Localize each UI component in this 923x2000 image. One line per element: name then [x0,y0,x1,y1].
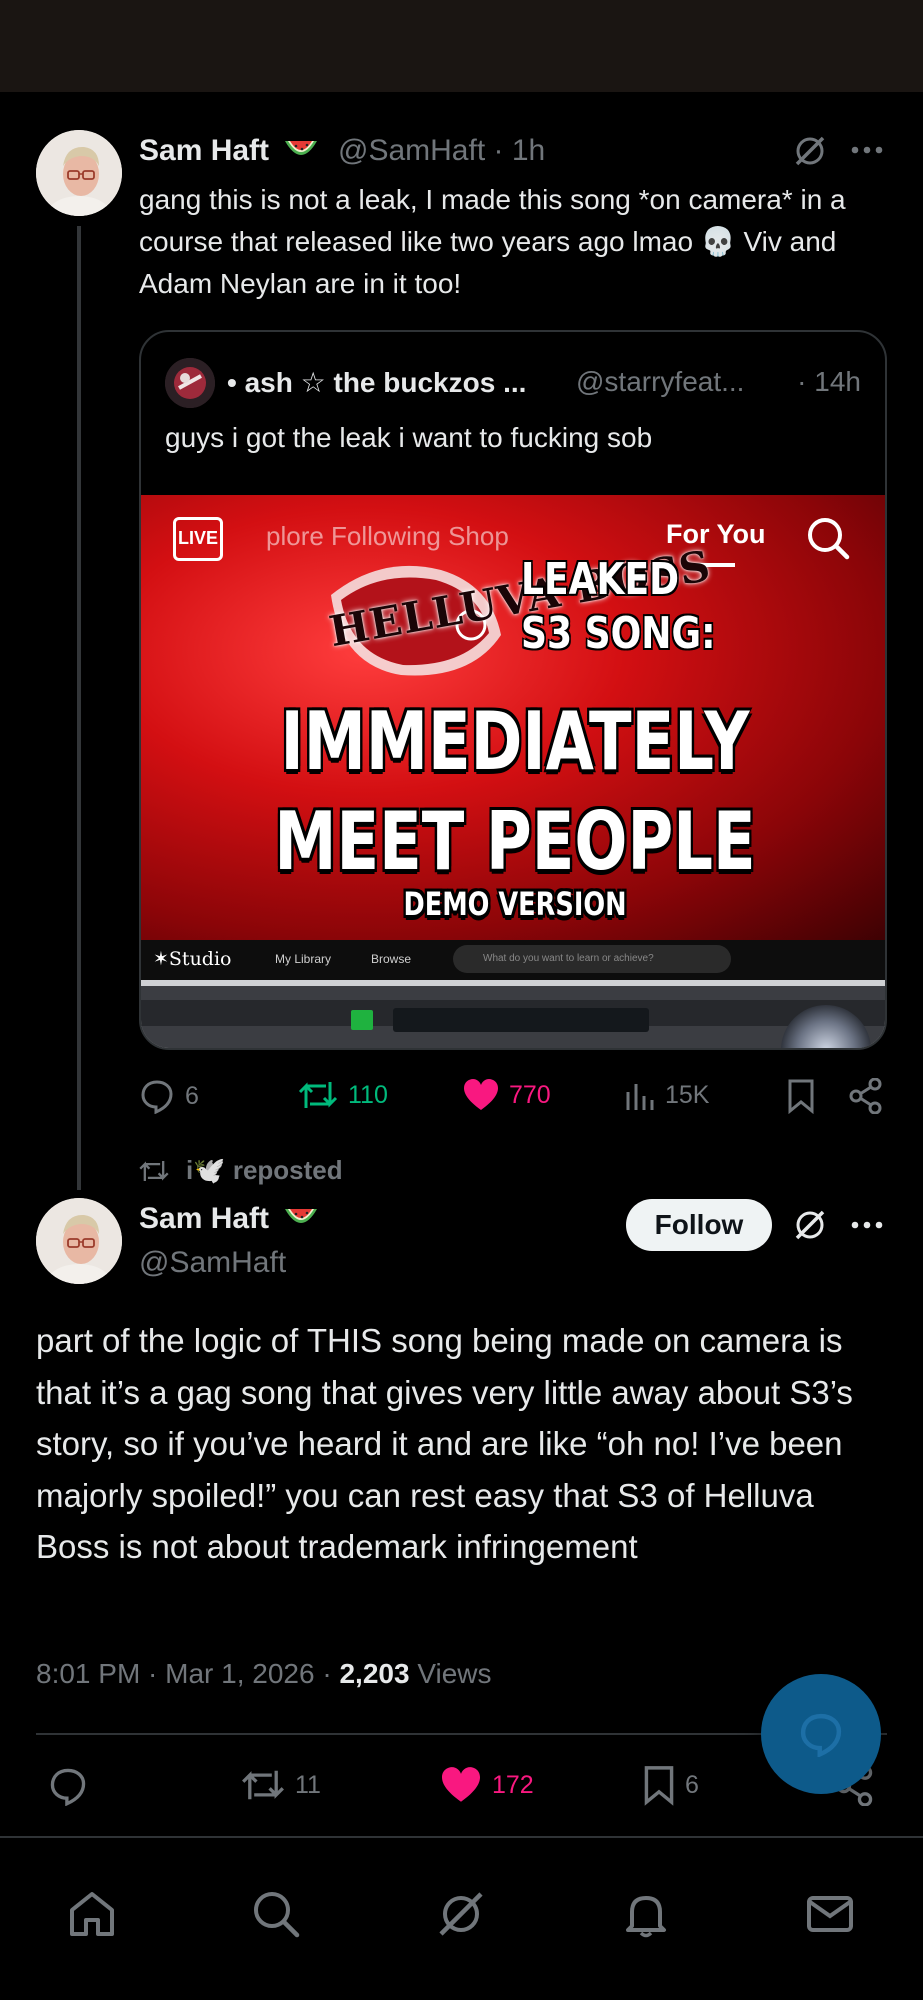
bookmark-icon [644,1766,674,1806]
post-body: part of the logic of THIS song being mad… [36,1322,853,1565]
search-icon[interactable] [250,1888,302,1945]
repost-button[interactable]: 11 [241,1766,321,1804]
daw-play-icon [351,1010,373,1030]
quote-media-image[interactable]: LIVE plore Following Shop For You HELLUV… [141,495,885,1048]
heart-icon [442,1767,480,1802]
reply-button[interactable]: 6 [139,1078,199,1114]
repost-icon [242,1770,284,1800]
studio-link: Browse [371,952,412,966]
status-bar [0,0,923,92]
avatar[interactable] [36,130,122,216]
studio-logo: ✶Studio [153,948,232,970]
bookmark-count: 6 [685,1770,699,1799]
more-options-icon[interactable] [851,1221,883,1229]
song-title-line2: MEET PEOPLE [274,795,756,888]
song-title-line1: IMMEDIATELY [280,695,750,788]
post-body: gang this is not a leak, I made this son… [139,184,846,299]
quote-author-name[interactable]: • ash ☆ the buckzos ... [227,366,526,399]
bookmark-icon [788,1079,814,1114]
leaked-line: LEAKED S3 SONG: [521,554,716,659]
repost-icon [298,1082,338,1108]
views-icon [626,1084,654,1110]
views-button[interactable]: 15K [625,1078,709,1112]
bottom-nav [0,1838,923,2000]
compose-reply-button[interactable] [761,1674,881,1794]
quote-avatar[interactable] [165,358,215,408]
song-subtitle: DEMO VERSION [403,885,627,923]
like-count: 770 [509,1080,551,1109]
heart-icon [464,1079,498,1110]
author-name[interactable]: Sam Haft [139,134,319,169]
repost-count: 110 [348,1080,388,1109]
quote-tweet-card[interactable]: • ash ☆ the buckzos ... @starryfeat... ·… [139,330,887,1050]
reply-icon [800,1713,842,1757]
follow-button[interactable]: Follow [626,1199,772,1251]
author-name[interactable]: Sam Haft [139,1202,319,1237]
media-background: LIVE plore Following Shop For You HELLUV… [141,495,885,940]
divider [36,1733,887,1735]
like-button[interactable]: 172 [440,1766,534,1804]
thread-line [77,226,81,1190]
daw-lcd [393,1008,649,1032]
watermelon-icon [283,1203,319,1237]
messages-icon[interactable] [804,1888,856,1945]
media-nav-items: plore Following Shop [266,521,509,551]
share-button[interactable] [849,1078,883,1114]
bookmark-button[interactable]: 6 [643,1764,699,1806]
quote-timestamp: · 14h [797,366,861,397]
share-icon [849,1078,882,1114]
grok-icon[interactable] [435,1888,487,1945]
avatar[interactable] [36,1198,122,1284]
repost-icon [139,1160,169,1181]
grok-icon[interactable] [793,1208,827,1242]
live-badge: LIVE [173,517,223,561]
timestamp: 8:01 PM · Mar 1, 2026 · [36,1658,340,1689]
views-count: 2,203 [339,1658,410,1689]
more-options-icon[interactable] [851,146,883,154]
home-icon[interactable] [66,1888,118,1945]
like-button[interactable]: 770 [463,1078,551,1112]
views-count: 15K [665,1080,710,1109]
like-count: 172 [492,1770,534,1799]
reply-icon [50,1768,86,1806]
notifications-icon[interactable] [620,1888,672,1945]
media-search-icon [805,515,851,566]
studio-bar: ✶Studio My Library Browse What do you wa… [141,940,885,980]
repost-button[interactable]: 110 [298,1078,388,1112]
reply-icon [141,1080,173,1114]
quote-text: guys i got the leak i want to fucking so… [165,422,653,453]
author-handle-time: @SamHaft · 1h [338,134,546,167]
post-meta: 8:01 PM · Mar 1, 2026 · 2,203 Views [36,1658,492,1690]
grok-icon[interactable] [793,134,827,168]
bookmark-button[interactable] [787,1078,815,1114]
daw-screenshot [141,980,885,1048]
author-handle: @SamHaft [139,1246,287,1279]
repost-indicator[interactable]: i🕊️ reposted [138,1155,343,1186]
quote-author-handle: @starryfeat... [576,366,745,397]
studio-link: My Library [275,952,332,966]
views-label: Views [409,1658,492,1689]
studio-search: What do you want to learn or achieve? [453,945,731,973]
repost-count: 11 [295,1770,321,1799]
watermelon-icon [283,135,319,169]
reply-count: 6 [185,1081,199,1110]
reply-button[interactable] [48,1766,88,1806]
